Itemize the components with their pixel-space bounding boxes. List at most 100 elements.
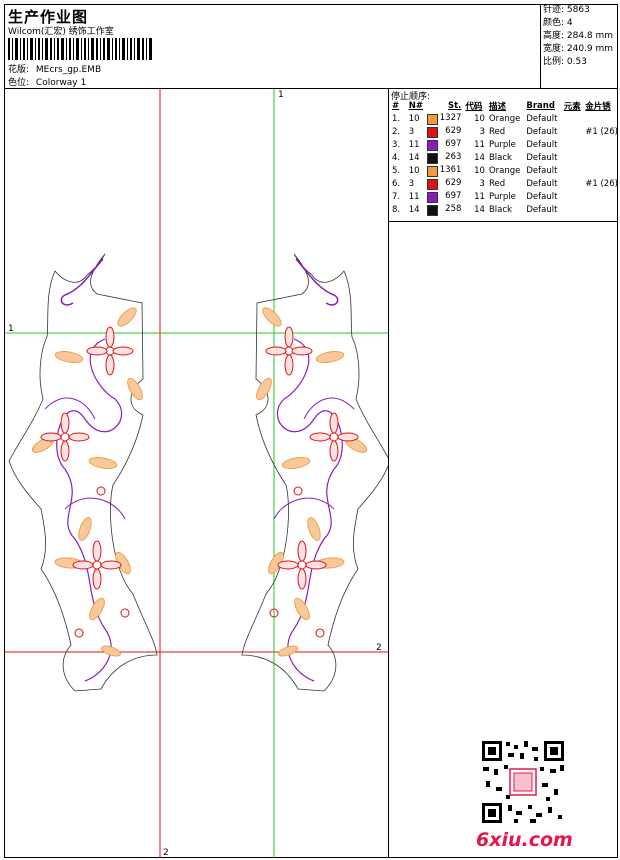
sequin-info [583,112,620,125]
sequin-info [583,138,620,151]
col-header: # [392,101,400,111]
needle-number: 3 [408,178,415,189]
table-row: 5. 10 1361 10 Orange Default [390,164,620,177]
design-width: 宽度: 240.9 mm [543,44,614,54]
pattern-label: 花版: [8,65,30,75]
stitch-count-cell: 629 [425,125,463,138]
row-index: 6. [392,178,401,189]
table-row: 6. 3 629 3 Red Default #1 (26) [390,177,620,190]
color-code: 3 [479,126,485,137]
stop-sequence-table: # N# St. 代码 描述 Brand 元素 金片锈 1. 10 1327 10 Or… [390,100,620,216]
row-index: 3. [392,139,401,150]
stitch-value: 1361 [439,164,462,175]
header: 生产作业图 Wilcom(汇宏) 绣饰工作室 花版: MEcrs_gp.EMB … [4,4,540,88]
needle-number: 3 [408,126,415,137]
element [562,203,584,216]
element [562,190,584,203]
color-swatch [426,152,438,164]
color-swatch [426,113,438,125]
embroidery-preview: 1 1 2 2 [5,89,388,858]
stitch-count: 针迹: 5863 [543,5,590,15]
guide-label-left: 1 [8,324,14,334]
color-swatch [426,191,438,203]
stitch-value: 1327 [439,112,462,123]
thread-brand: Default [526,126,558,137]
color-swatch [426,139,438,151]
left-embroidery-panel [8,253,158,692]
thread-brand: Default [526,165,558,176]
row-index: 5. [392,165,401,176]
stitch-value: 629 [445,177,462,188]
color-swatch [426,178,438,190]
table-row: 4. 14 263 14 Black Default [390,151,620,164]
thread-brand: Default [526,113,558,124]
needle-number: 10 [408,165,420,176]
table-row: 1. 10 1327 10 Orange Default [390,112,620,125]
element [562,138,584,151]
color-description: Purple [488,191,516,202]
element [562,112,584,125]
col-header: St. [447,101,462,111]
stitch-count-cell: 697 [425,138,463,151]
qr-code [480,739,566,825]
stitch-value: 263 [445,151,462,162]
guide-label-bottom: 2 [163,848,169,858]
element [562,151,584,164]
colorway-label: 色位: [8,78,30,88]
color-swatch [426,126,438,138]
element [562,125,584,138]
color-description: Red [488,126,506,137]
color-description: Black [488,204,512,215]
stitch-value: 697 [445,138,462,149]
table-row: 8. 14 258 14 Black Default [390,203,620,216]
color-description: Orange [488,165,521,176]
color-code: 11 [474,191,485,202]
colorway-line: 色位: Colorway 1 [8,75,86,88]
col-header: 描述 [488,102,506,112]
panel-divider [388,88,389,858]
stitch-count-cell: 1327 [425,112,463,125]
element [562,177,584,190]
thread-brand: Default [526,204,558,215]
table-row: 2. 3 629 3 Red Default #1 (26) [390,125,620,138]
color-swatch [426,204,438,216]
table-bottom-rule [389,221,618,222]
color-description: Red [488,178,506,189]
thread-brand: Default [526,178,558,189]
col-header: 元素 [563,102,581,112]
needle-number: 14 [408,152,420,163]
color-code: 14 [474,152,485,163]
sequin-info [583,190,620,203]
col-header: 金片锈 [585,102,611,112]
col-header: Brand [526,101,555,111]
thread-brand: Default [526,152,558,163]
row-index: 4. [392,152,401,163]
element [562,164,584,177]
col-header: N# [408,101,423,111]
stitch-count-cell: 697 [425,190,463,203]
color-description: Black [488,152,512,163]
stitch-count-cell: 1361 [425,164,463,177]
sequin-info: #1 (26) [585,126,618,137]
color-code: 11 [474,139,485,150]
color-description: Purple [488,139,516,150]
sequin-info [583,151,620,164]
table-header-row: # N# St. 代码 描述 Brand 元素 金片锈 [390,100,620,112]
row-index: 2. [392,126,401,137]
color-code: 10 [474,165,485,176]
color-code: 14 [474,204,485,215]
stitch-count-cell: 629 [425,177,463,190]
design-scale: 比例: 0.53 [543,57,587,67]
col-header: 代码 [465,102,483,112]
design-stats: 针迹: 5863 颜色: 4 高度: 284.8 mm 宽度: 240.9 mm… [540,4,619,88]
needle-number: 11 [408,139,420,150]
site-watermark: 6xiu.com [476,829,573,851]
needle-number: 11 [408,191,420,202]
color-description: Orange [488,113,521,124]
pattern-filename: MEcrs_gp.EMB [35,65,102,75]
thread-brand: Default [526,191,558,202]
sequin-info: #1 (26) [585,178,618,189]
sequin-info [583,164,620,177]
design-height: 高度: 284.8 mm [543,31,614,41]
barcode [8,38,152,60]
